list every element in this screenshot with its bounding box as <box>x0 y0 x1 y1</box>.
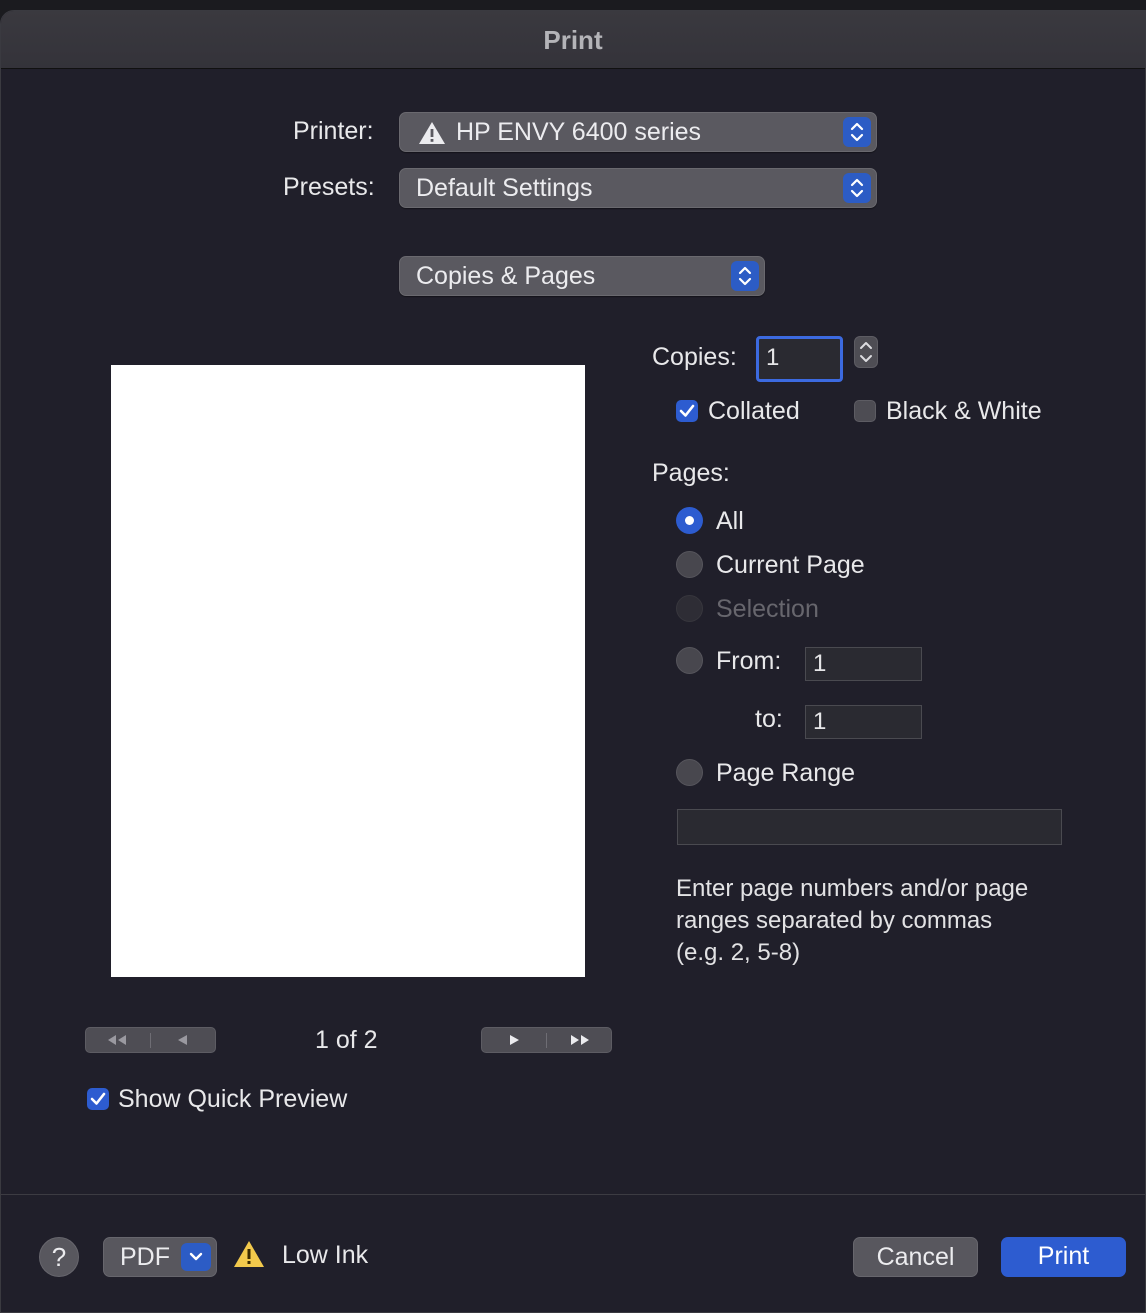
pdf-label: PDF <box>120 1243 170 1271</box>
pages-current-label: Current Page <box>716 551 865 579</box>
pages-selection-radio <box>676 595 703 622</box>
updown-chevron-icon <box>731 261 759 291</box>
print-preview <box>111 365 585 977</box>
preview-back-navigation <box>85 1027 216 1053</box>
previous-page-button[interactable] <box>151 1028 215 1052</box>
last-page-button[interactable] <box>547 1028 611 1052</box>
printer-value: HP ENVY 6400 series <box>456 118 702 146</box>
first-page-button[interactable] <box>86 1028 150 1052</box>
checkmark-icon <box>90 1092 106 1105</box>
status-low-ink: Low Ink <box>282 1241 369 1269</box>
pages-selection-label: Selection <box>716 595 819 623</box>
title-bar[interactable]: Print <box>1 11 1145 69</box>
help-button[interactable]: ? <box>39 1237 79 1277</box>
pages-all-radio[interactable] <box>676 507 703 534</box>
pages-all-label: All <box>716 507 744 535</box>
chevron-down-icon <box>181 1243 211 1271</box>
copies-label: Copies: <box>652 343 737 371</box>
pdf-menu-button[interactable]: PDF <box>103 1237 217 1277</box>
printer-label: Printer: <box>293 117 374 145</box>
page-range-radio[interactable] <box>676 759 703 786</box>
updown-chevron-icon <box>843 117 871 147</box>
warning-icon <box>418 121 446 150</box>
checkmark-icon <box>679 404 695 417</box>
presets-label: Presets: <box>283 173 375 201</box>
page-range-hint: Enter page numbers and/or page ranges se… <box>676 875 1029 966</box>
page-range-label: Page Range <box>716 759 856 787</box>
pages-to-label: to: <box>755 705 783 733</box>
black-white-checkbox[interactable] <box>854 400 876 422</box>
collated-label: Collated <box>708 397 800 425</box>
show-quick-preview-checkbox[interactable] <box>87 1088 109 1110</box>
section-value: Copies & Pages <box>416 262 596 290</box>
window-title: Print <box>543 25 603 55</box>
print-dialog: Print Printer: HP ENVY 6400 series Prese… <box>0 10 1146 1313</box>
page-indicator: 1 of 2 <box>315 1026 378 1054</box>
copies-stepper[interactable] <box>854 336 878 368</box>
next-page-button[interactable] <box>482 1028 546 1052</box>
footer-divider <box>1 1194 1145 1195</box>
pages-label: Pages: <box>652 459 730 487</box>
collated-checkbox[interactable] <box>676 400 698 422</box>
updown-chevron-icon <box>843 173 871 203</box>
section-popup[interactable]: Copies & Pages <box>399 256 765 296</box>
pages-current-radio[interactable] <box>676 551 703 578</box>
copies-input[interactable]: 1 <box>756 336 843 382</box>
printer-popup[interactable]: HP ENVY 6400 series <box>399 112 877 152</box>
page-range-input[interactable] <box>677 809 1062 845</box>
presets-popup[interactable]: Default Settings <box>399 168 877 208</box>
pages-from-radio[interactable] <box>676 647 703 674</box>
preview-forward-navigation <box>481 1027 612 1053</box>
pages-to-input[interactable]: 1 <box>805 705 922 739</box>
print-button[interactable]: Print <box>1001 1237 1126 1277</box>
presets-value: Default Settings <box>416 174 593 202</box>
pages-from-input[interactable]: 1 <box>805 647 922 681</box>
pages-from-label: From: <box>716 647 782 675</box>
warning-icon <box>233 1240 265 1273</box>
cancel-button[interactable]: Cancel <box>853 1237 978 1277</box>
black-white-label: Black & White <box>886 397 1042 425</box>
show-quick-preview-label: Show Quick Preview <box>118 1085 348 1113</box>
